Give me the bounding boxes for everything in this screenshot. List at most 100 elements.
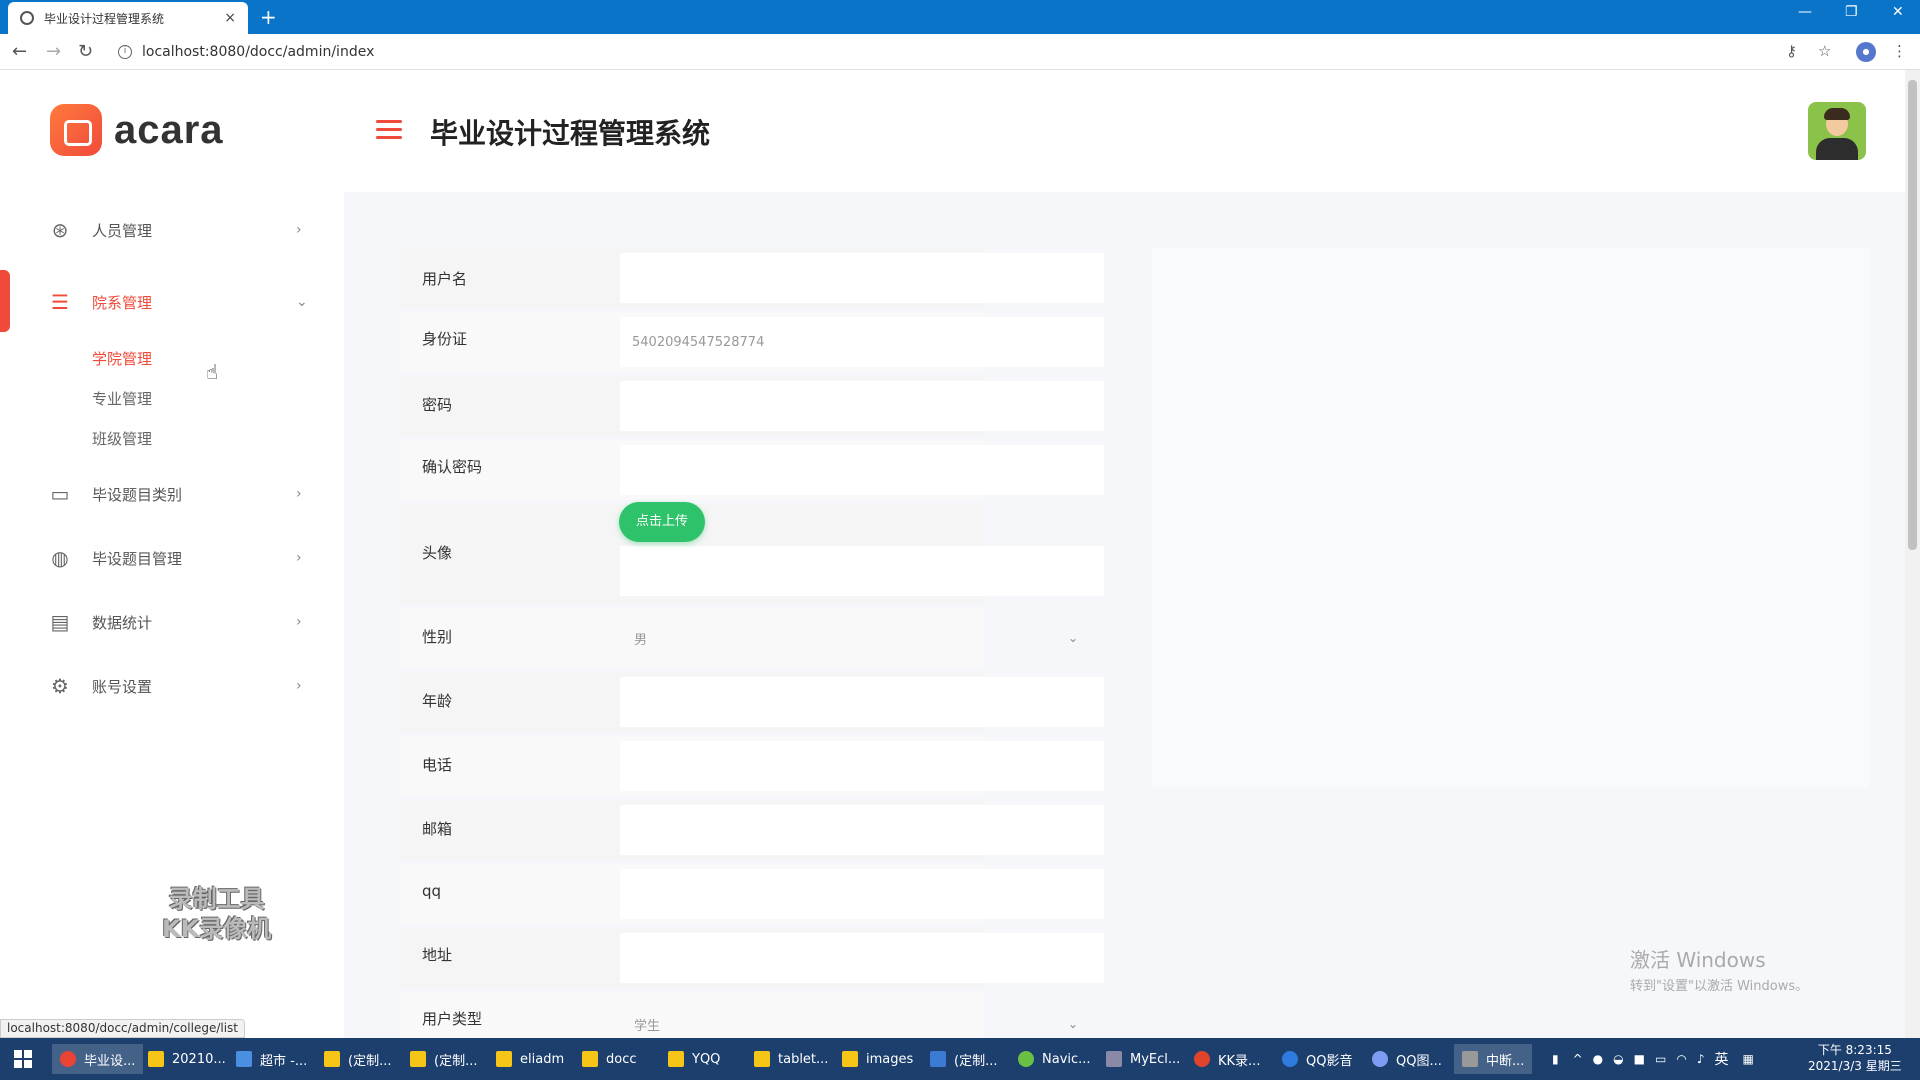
chevron-right-icon: › xyxy=(296,486,302,502)
username-label: 用户名 xyxy=(422,270,468,288)
sidebar-item-topic-management[interactable]: ◍ 毕设题目管理 › xyxy=(0,534,344,582)
chevron-down-icon: ⌄ xyxy=(1067,631,1078,645)
tray-app-icon[interactable]: ▭ xyxy=(1655,1052,1666,1066)
wifi-icon[interactable]: ◠ xyxy=(1676,1052,1686,1066)
logo: acara xyxy=(50,104,224,156)
gender-value: 男 xyxy=(634,632,648,648)
form-row-confirm-password: 确认密码 xyxy=(400,440,1104,500)
back-icon[interactable]: ← xyxy=(12,41,27,62)
gender-label: 性别 xyxy=(422,628,453,646)
idcard-input[interactable] xyxy=(620,317,1104,367)
keyboard-icon[interactable]: ▦ xyxy=(1742,1052,1753,1066)
minimize-icon[interactable]: — xyxy=(1798,4,1812,20)
user-avatar[interactable] xyxy=(1808,102,1866,160)
hamburger-menu-icon[interactable] xyxy=(376,120,402,140)
profile-avatar-icon[interactable]: ● xyxy=(1856,42,1876,62)
close-tab-icon[interactable]: × xyxy=(224,10,236,26)
sidebar-subitem-college[interactable]: 学院管理 xyxy=(92,348,152,369)
tray-app-icon[interactable]: ● xyxy=(1593,1052,1603,1066)
taskbar-item[interactable]: 中断... xyxy=(1454,1044,1533,1074)
taskbar-item[interactable]: eliadm xyxy=(496,1044,564,1074)
sidebar-item-label: 数据统计 xyxy=(92,613,153,632)
form-row-address: 地址 xyxy=(400,928,1104,988)
sidebar-item-label: 人员管理 xyxy=(92,221,153,240)
gender-select[interactable]: 男 ⌄ xyxy=(620,614,1104,662)
browser-tab[interactable]: 毕业设计过程管理系统 × xyxy=(8,2,248,34)
taskbar-item-browser[interactable]: 毕业设... xyxy=(52,1044,144,1074)
tab-title: 毕业设计过程管理系统 xyxy=(44,11,165,26)
chevron-right-icon: › xyxy=(296,550,302,566)
info-icon[interactable]: i xyxy=(118,45,132,59)
key-icon[interactable]: ⚷ xyxy=(1786,42,1797,60)
sidebar-item-account-settings[interactable]: ⚙ 账号设置 › xyxy=(0,662,344,710)
qq-image-icon xyxy=(1372,1051,1388,1067)
globe-icon xyxy=(20,11,34,25)
folder-icon xyxy=(582,1051,598,1067)
taskbar-clock[interactable]: 下午 8:23:15 2021/3/3 星期三 xyxy=(1808,1042,1902,1074)
address-label: 地址 xyxy=(422,946,453,964)
url-field[interactable]: i localhost:8080/docc/admin/index xyxy=(110,38,1780,66)
sidebar-item-topic-category[interactable]: ▭ 毕设题目类别 › xyxy=(0,470,344,518)
taskbar-item[interactable]: KK录... xyxy=(1194,1044,1260,1074)
volume-icon[interactable]: ♪ xyxy=(1697,1052,1705,1066)
globe-icon: ◍ xyxy=(51,546,69,570)
taskbar-item[interactable]: (定制... xyxy=(324,1044,391,1074)
taskbar-item[interactable]: tablet... xyxy=(754,1044,828,1074)
taskbar-item[interactable]: (定制... xyxy=(930,1044,997,1074)
sidebar-item-label: 毕设题目类别 xyxy=(92,485,183,504)
upload-button[interactable]: 点击上传 xyxy=(619,502,705,542)
sidebar-subitem-major[interactable]: 专业管理 xyxy=(92,388,152,409)
qq-input[interactable] xyxy=(620,869,1104,919)
email-input[interactable] xyxy=(620,805,1104,855)
taskbar-item[interactable]: QQ影音 xyxy=(1282,1044,1352,1074)
battery-icon[interactable]: ▮ xyxy=(1552,1052,1559,1066)
taskbar-item[interactable]: docc xyxy=(582,1044,637,1074)
taskbar-item[interactable]: 超市 -... xyxy=(236,1044,307,1074)
avatar-path-input[interactable] xyxy=(620,546,1104,596)
taskbar-item[interactable]: QQ图... xyxy=(1372,1044,1442,1074)
folder-icon xyxy=(324,1051,340,1067)
forward-icon[interactable]: → xyxy=(46,41,61,62)
taskbar-item[interactable]: images xyxy=(842,1044,913,1074)
username-input[interactable] xyxy=(620,253,1104,303)
tray-app-icon[interactable]: ■ xyxy=(1634,1052,1645,1066)
sidebar-item-statistics[interactable]: ▤ 数据统计 › xyxy=(0,598,344,646)
close-window-icon[interactable]: ✕ xyxy=(1892,4,1904,20)
phone-label: 电话 xyxy=(422,756,453,774)
folder-icon xyxy=(148,1051,164,1067)
sidebar-item-departments[interactable]: ☰ 院系管理 ⌄ xyxy=(0,278,344,326)
sidebar-item-personnel[interactable]: ⊛ 人员管理 › xyxy=(0,206,344,254)
ime-indicator[interactable]: 英 xyxy=(1714,1049,1728,1069)
form-row-idcard: 身份证 xyxy=(400,312,1104,372)
confirm-password-input[interactable] xyxy=(620,445,1104,495)
logo-icon xyxy=(50,104,102,156)
taskbar-item[interactable]: MyEcl... xyxy=(1106,1044,1180,1074)
tray-app-icon[interactable]: ◒ xyxy=(1613,1052,1623,1066)
password-label: 密码 xyxy=(422,396,453,414)
chevron-right-icon: › xyxy=(296,678,302,694)
new-tab-button[interactable]: + xyxy=(260,5,277,29)
taskbar-item[interactable]: (定制... xyxy=(410,1044,477,1074)
scroll-thumb[interactable] xyxy=(1908,80,1917,550)
password-input[interactable] xyxy=(620,381,1104,431)
taskbar-item[interactable]: YQQ xyxy=(668,1044,720,1074)
page-scrollbar[interactable] xyxy=(1905,70,1920,1038)
sidebar-subitem-class[interactable]: 班级管理 xyxy=(92,428,152,449)
reload-icon[interactable]: ↻ xyxy=(78,41,93,62)
taskbar-item[interactable]: Navic... xyxy=(1018,1044,1091,1074)
age-input[interactable] xyxy=(620,677,1104,727)
form-row-phone: 电话 xyxy=(400,736,1104,796)
windows-start-icon[interactable] xyxy=(14,1050,32,1068)
chevron-up-icon[interactable]: ^ xyxy=(1573,1052,1583,1066)
page-title: 毕业设计过程管理系统 xyxy=(430,117,711,150)
star-icon[interactable]: ☆ xyxy=(1818,42,1831,60)
menu-dots-icon[interactable]: ⋮ xyxy=(1892,42,1907,60)
folder-icon xyxy=(410,1051,426,1067)
taskbar-item[interactable]: 20210... xyxy=(148,1044,226,1074)
address-input[interactable] xyxy=(620,933,1104,983)
phone-input[interactable] xyxy=(620,741,1104,791)
form-row-qq: qq xyxy=(400,864,1104,924)
restore-icon[interactable]: ❐ xyxy=(1845,4,1858,20)
navicat-icon xyxy=(1018,1051,1034,1067)
taskbar: 毕业设... 20210... 超市 -... (定制... (定制... el… xyxy=(0,1038,1920,1080)
